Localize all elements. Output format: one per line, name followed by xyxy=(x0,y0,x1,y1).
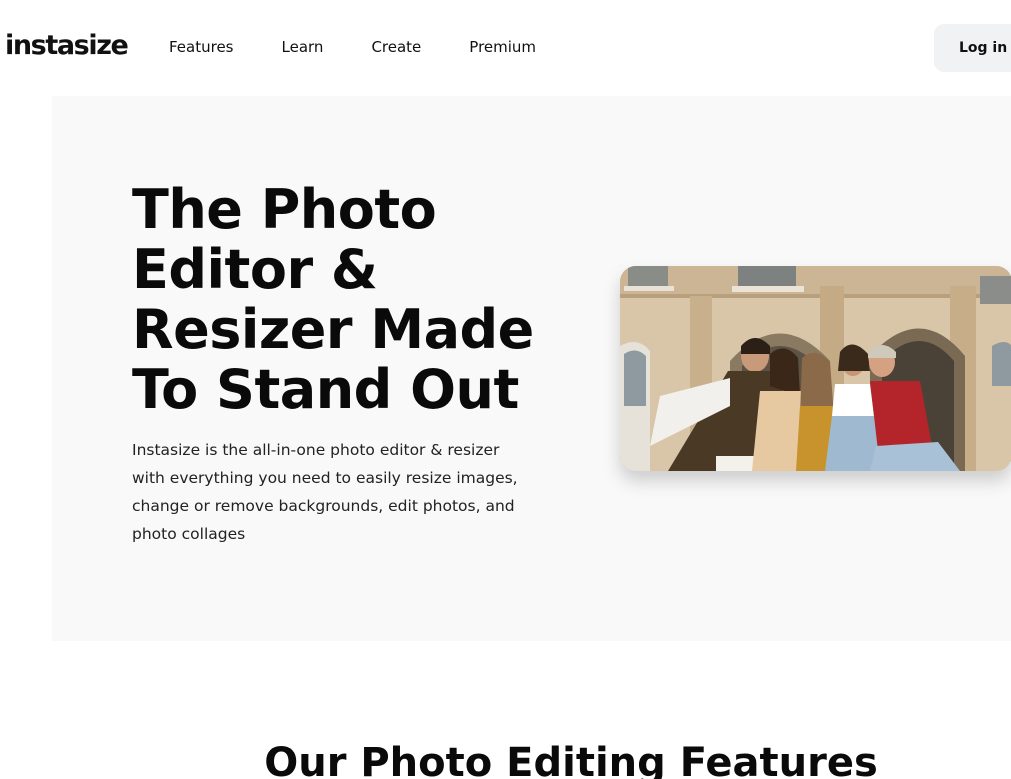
page: instasize Features Learn Create Premium … xyxy=(0,0,1011,779)
hero-description: Instasize is the all-in-one photo editor… xyxy=(132,441,518,543)
nav-item-features[interactable]: Features xyxy=(169,38,234,56)
hero-photo xyxy=(620,266,1011,471)
top-navigation-bar: instasize Features Learn Create Premium … xyxy=(0,0,1011,96)
nav-item-premium[interactable]: Premium xyxy=(469,38,536,56)
main-nav: Features Learn Create Premium xyxy=(169,38,584,56)
instasize-logo[interactable]: instasize xyxy=(5,30,129,61)
nav-item-create[interactable]: Create xyxy=(371,38,421,56)
features-section-title: Our Photo Editing Features xyxy=(264,740,878,779)
nav-item-learn[interactable]: Learn xyxy=(282,38,324,56)
hero-title: The Photo Editor & Resizer Made To Stand… xyxy=(132,178,534,421)
hero-section: The Photo Editor & Resizer Made To Stand… xyxy=(52,96,1011,641)
login-button[interactable]: Log in xyxy=(934,24,1011,72)
